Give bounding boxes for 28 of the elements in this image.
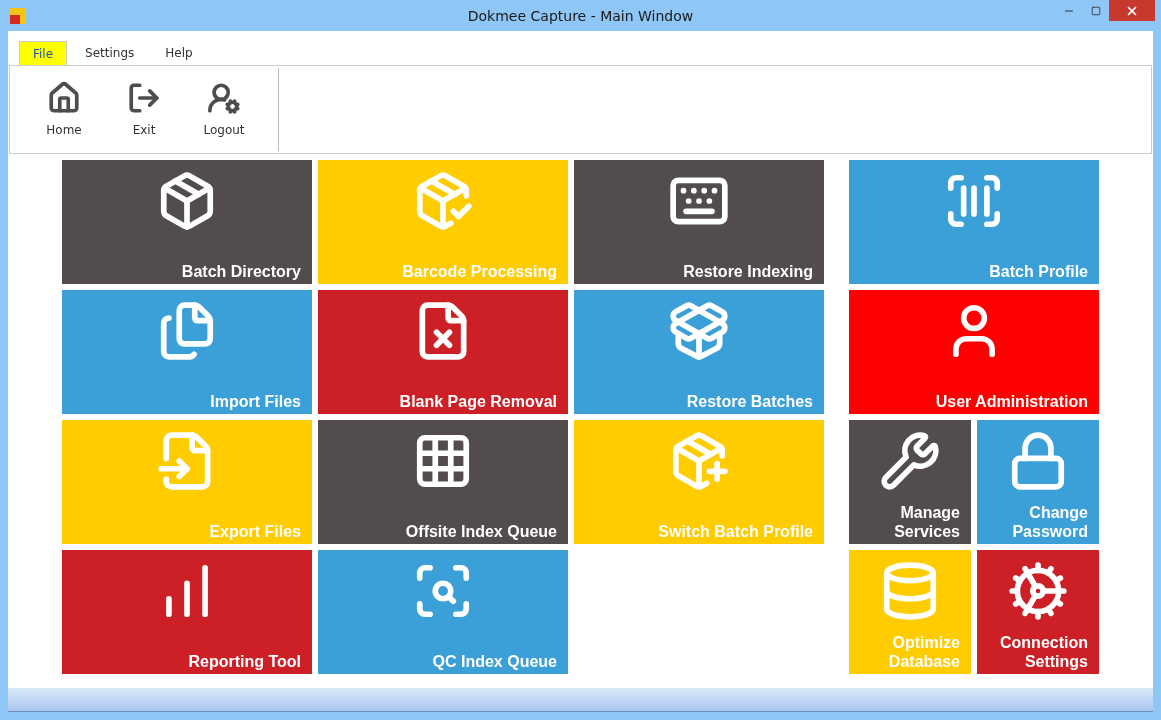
close-button[interactable] bbox=[1109, 0, 1155, 21]
tile[interactable]: Reporting Tool bbox=[62, 550, 312, 674]
home-icon bbox=[47, 80, 81, 115]
menu-tab[interactable]: Help bbox=[152, 41, 206, 65]
tile[interactable]: Import Files bbox=[62, 290, 312, 414]
tile[interactable]: QC Index Queue bbox=[318, 550, 568, 674]
exit-icon bbox=[127, 80, 161, 115]
menu-tab[interactable]: File bbox=[19, 41, 68, 65]
box-icon bbox=[668, 300, 730, 362]
ribbon-button[interactable]: Logout bbox=[184, 80, 264, 139]
tile[interactable]: Batch Directory bbox=[62, 160, 312, 284]
ribbon-button[interactable]: Exit bbox=[104, 80, 184, 139]
menu-tab[interactable]: Settings bbox=[72, 41, 148, 65]
tile[interactable]: Blank Page Removal bbox=[318, 290, 568, 414]
tile[interactable]: Change Password bbox=[977, 420, 1099, 544]
logout-icon bbox=[207, 80, 241, 115]
tile[interactable]: Restore Batches bbox=[574, 290, 824, 414]
tile[interactable]: Offsite Index Queue bbox=[318, 420, 568, 544]
tile[interactable]: Manage Services bbox=[849, 420, 971, 544]
window-title: Dokmee Capture - Main Window bbox=[467, 7, 694, 26]
tile[interactable]: Connection Settings bbox=[977, 550, 1099, 674]
tile[interactable]: Restore Indexing bbox=[574, 160, 824, 284]
tile[interactable]: Batch Profile bbox=[849, 160, 1099, 284]
app-logo-icon bbox=[10, 7, 26, 24]
ribbon-button[interactable]: Home bbox=[24, 80, 104, 139]
wrench-icon bbox=[879, 430, 941, 492]
maximize-icon bbox=[1090, 5, 1101, 16]
tile[interactable]: User Administration bbox=[849, 290, 1099, 414]
